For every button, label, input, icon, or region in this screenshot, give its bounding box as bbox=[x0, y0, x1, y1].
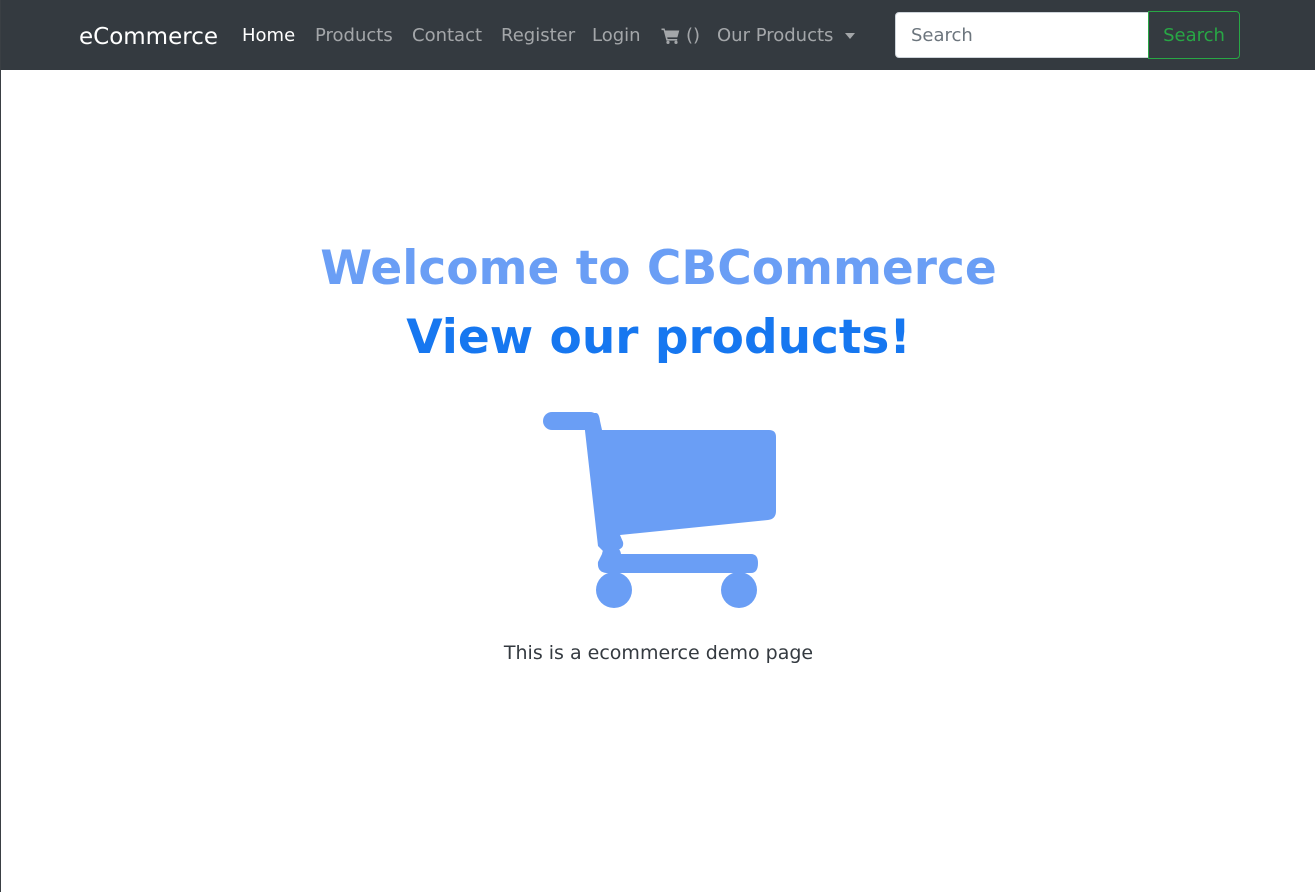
nav-register-link[interactable]: Register bbox=[501, 24, 575, 48]
nav-login-link[interactable]: Login bbox=[592, 24, 641, 48]
hero-title: Welcome to CBCommerce bbox=[320, 241, 997, 296]
search-button[interactable]: Search bbox=[1148, 11, 1240, 59]
our-products-dropdown[interactable]: Our Products bbox=[717, 24, 856, 48]
nav-contact-link[interactable]: Contact bbox=[412, 24, 482, 48]
brand-link[interactable]: eCommerce bbox=[79, 22, 218, 52]
cart-count: () bbox=[686, 25, 701, 46]
shopping-cart-icon bbox=[661, 28, 680, 44]
navbar: eCommerce Home Products Contact Register… bbox=[1, 0, 1315, 70]
view-products-link[interactable]: View our products! bbox=[1, 307, 1315, 369]
nav-products-link[interactable]: Products bbox=[315, 24, 393, 48]
hero-description: This is a ecommerce demo page bbox=[503, 642, 814, 664]
shopping-cart-icon bbox=[543, 412, 776, 608]
search-input[interactable] bbox=[895, 12, 1149, 58]
page: eCommerce Home Products Contact Register… bbox=[0, 0, 1315, 892]
nav-cart-link[interactable]: () bbox=[661, 24, 700, 48]
nav-home-link[interactable]: Home bbox=[242, 24, 295, 48]
our-products-label: Our Products bbox=[717, 25, 834, 46]
caret-down-icon bbox=[845, 33, 856, 39]
